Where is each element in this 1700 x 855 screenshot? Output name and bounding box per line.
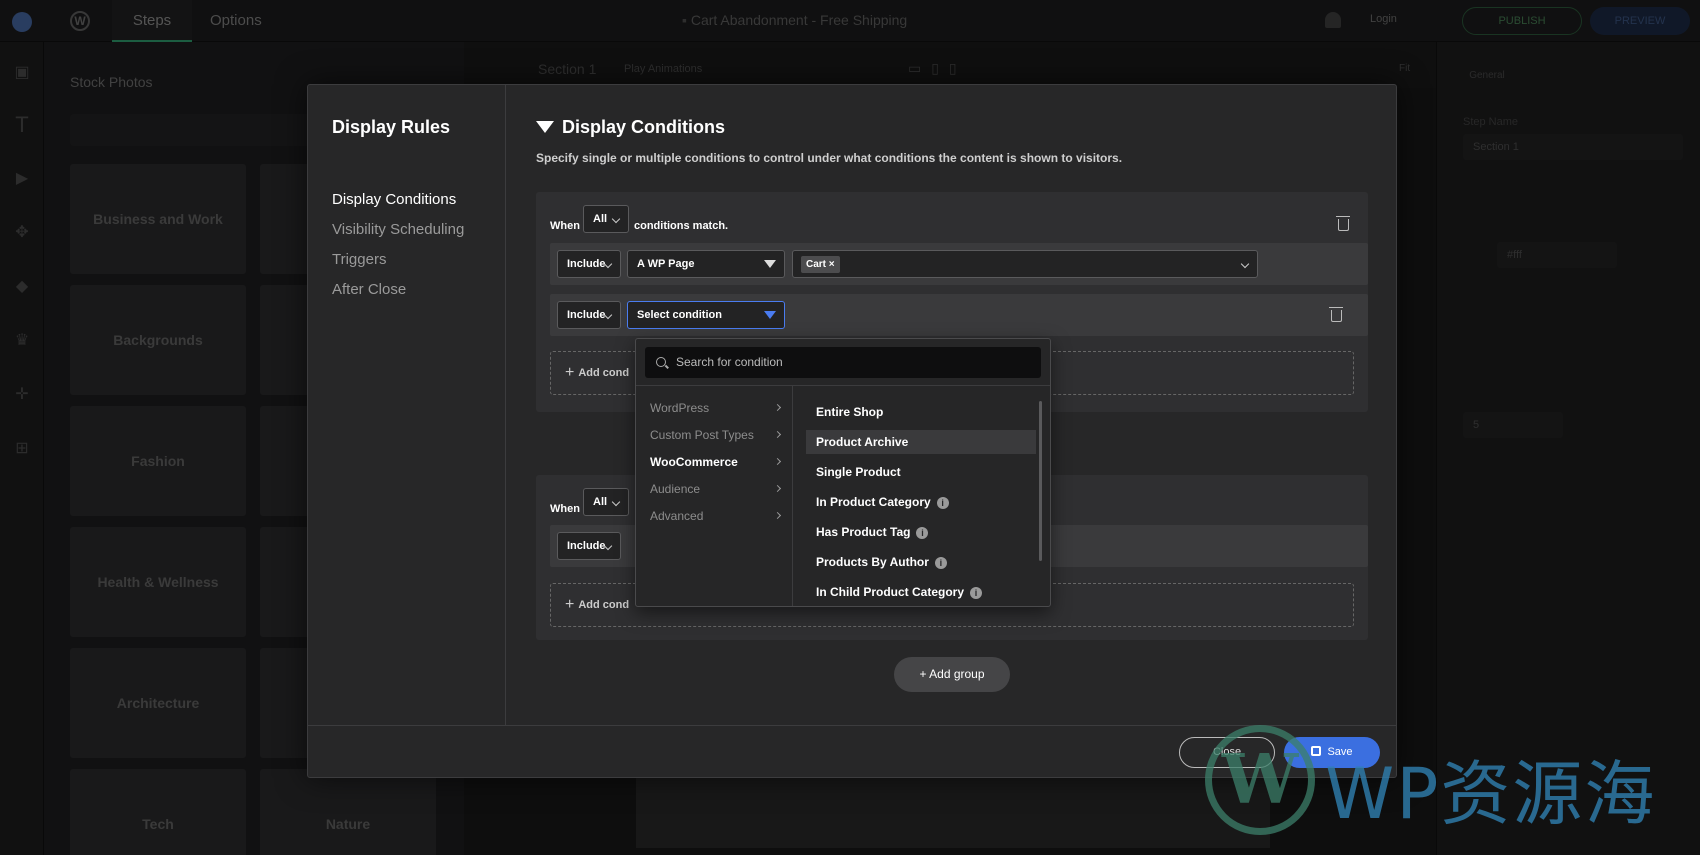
category-custom-post-types[interactable]: Custom Post Types	[650, 428, 782, 442]
page-multiselect[interactable]: Cart ×	[792, 250, 1258, 278]
chevron-down-icon	[611, 497, 621, 507]
chevron-down-icon	[1240, 259, 1250, 269]
delete-group-icon[interactable]	[1336, 216, 1350, 231]
category-advanced[interactable]: Advanced	[650, 509, 782, 523]
plus-icon: +	[565, 596, 575, 613]
heading-text: Display Conditions	[562, 117, 726, 137]
sidebar-item-display-conditions[interactable]: Display Conditions	[332, 191, 456, 208]
category-audience[interactable]: Audience	[650, 482, 782, 496]
option-has-product-tag[interactable]: Has Product Tag i	[806, 520, 1036, 544]
when-label: When	[550, 503, 580, 515]
category-woocommerce[interactable]: WooCommerce	[650, 455, 782, 469]
option-entire-shop[interactable]: Entire Shop	[806, 400, 1036, 424]
condition-type-select[interactable]: A WP Page	[627, 250, 785, 278]
condition-type-value: A WP Page	[637, 258, 695, 270]
display-conditions-description: Specify single or multiple conditions to…	[536, 151, 1123, 165]
chevron-down-icon	[611, 214, 621, 224]
chevron-right-icon	[773, 457, 782, 466]
match-mode-select[interactable]: All	[583, 205, 629, 233]
sidebar-item-after-close[interactable]: After Close	[332, 281, 406, 298]
match-mode-select[interactable]: All	[583, 488, 629, 516]
chevron-right-icon	[773, 484, 782, 493]
chevron-right-icon	[773, 511, 782, 520]
watermark-text: WP资源海	[1325, 753, 1657, 835]
include-select[interactable]: Include	[557, 301, 621, 329]
info-icon[interactable]: i	[934, 557, 947, 569]
funnel-icon	[536, 121, 554, 133]
when-label: When	[550, 220, 580, 232]
conditions-match-label: conditions match.	[634, 220, 729, 232]
options-scrollbar[interactable]	[1039, 401, 1042, 561]
option-in-child-product-category[interactable]: In Child Product Category i	[806, 580, 1036, 604]
chevron-right-icon	[773, 430, 782, 439]
plus-icon: +	[919, 667, 930, 681]
filter-icon	[764, 260, 776, 268]
option-products-by-author[interactable]: Products By Author i	[806, 550, 1036, 574]
include-select[interactable]: Include	[557, 532, 621, 560]
option-in-product-category[interactable]: In Product Category i	[806, 490, 1036, 514]
save-icon	[1311, 746, 1322, 756]
add-condition-label: Add cond	[578, 367, 630, 379]
filter-icon	[764, 311, 776, 319]
match-mode-value: All	[593, 213, 608, 225]
options-list: Entire Shop Product Archive Single Produ…	[793, 386, 1050, 606]
modal-sidebar: Display Rules Display Conditions Visibil…	[308, 85, 506, 725]
remove-chip-icon[interactable]: ×	[829, 259, 835, 270]
modal-sidebar-title: Display Rules	[332, 117, 451, 137]
add-group-label: Add group	[929, 667, 985, 681]
condition-row: Include Select condition	[550, 294, 1368, 336]
include-value: Include	[567, 309, 606, 321]
search-placeholder: Search for condition	[676, 355, 783, 369]
chevron-right-icon	[773, 403, 782, 412]
condition-search-input[interactable]: Search for condition	[645, 347, 1041, 378]
option-product-archive[interactable]: Product Archive	[806, 430, 1036, 454]
info-icon[interactable]: i	[970, 587, 983, 599]
plus-icon: +	[565, 364, 575, 381]
sidebar-item-triggers[interactable]: Triggers	[332, 251, 386, 268]
info-icon[interactable]: i	[936, 497, 949, 509]
include-select[interactable]: Include	[557, 250, 621, 278]
add-group-button[interactable]: + Add group	[894, 657, 1010, 692]
condition-row: Include A WP Page Cart ×	[550, 243, 1368, 285]
delete-condition-icon[interactable]	[1329, 307, 1343, 322]
match-mode-value: All	[593, 496, 608, 508]
condition-type-placeholder: Select condition	[637, 309, 722, 321]
info-icon[interactable]: i	[916, 527, 929, 539]
sidebar-item-visibility-scheduling[interactable]: Visibility Scheduling	[332, 221, 464, 238]
option-single-product[interactable]: Single Product	[806, 460, 1036, 484]
display-conditions-heading: Display Conditions	[536, 117, 725, 138]
include-value: Include	[567, 540, 606, 552]
category-wordpress[interactable]: WordPress	[650, 401, 782, 415]
selected-page-chip[interactable]: Cart ×	[801, 256, 840, 273]
condition-dropdown: Search for condition WordPress Custom Po…	[635, 338, 1051, 607]
search-icon	[656, 357, 666, 367]
include-value: Include	[567, 258, 606, 270]
condition-type-select[interactable]: Select condition	[627, 301, 785, 329]
chip-label: Cart	[806, 259, 827, 270]
wordpress-watermark-logo	[1205, 725, 1315, 835]
add-condition-label: Add cond	[578, 599, 630, 611]
